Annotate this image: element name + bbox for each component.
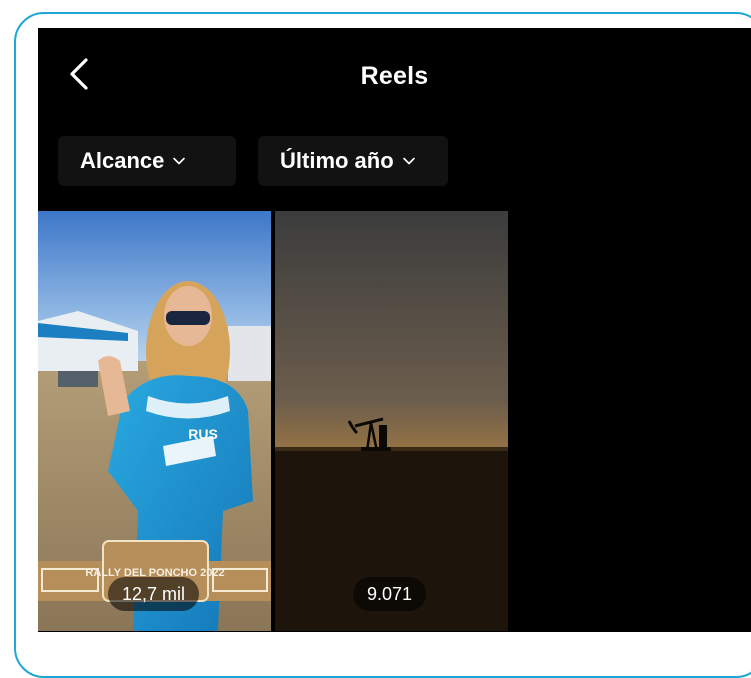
reels-grid: RALLY DEL PONCHO 2022 RUS 12,7 mil 9.071 (38, 211, 508, 631)
chevron-down-icon (402, 157, 415, 165)
reel-thumbnail[interactable]: 9.071 (275, 211, 508, 631)
view-count: 9.071 (367, 583, 413, 604)
view-count: 12,7 mil (122, 583, 186, 604)
rally-driver-image: RALLY DEL PONCHO 2022 RUS (38, 211, 271, 631)
filter-period-label: Último año (280, 148, 394, 173)
view-count-badge: 9.071 (353, 577, 427, 611)
filter-reach-dropdown[interactable]: Alcance (58, 136, 236, 186)
filter-reach-label: Alcance (80, 148, 165, 173)
chevron-down-icon (173, 157, 186, 165)
page-title: Reels (360, 62, 429, 90)
filter-period-dropdown[interactable]: Último año (258, 136, 448, 186)
reel-thumbnail[interactable]: RALLY DEL PONCHO 2022 RUS 12,7 mil (38, 211, 271, 631)
header: Reels (38, 28, 751, 126)
sunset-pumpjack-image (275, 211, 508, 631)
suit-badge-text: RUS (188, 426, 218, 442)
view-count-badge: 12,7 mil (108, 577, 200, 611)
reels-screen: Reels Alcance Último año RALLY DEL PONCH… (38, 28, 751, 632)
